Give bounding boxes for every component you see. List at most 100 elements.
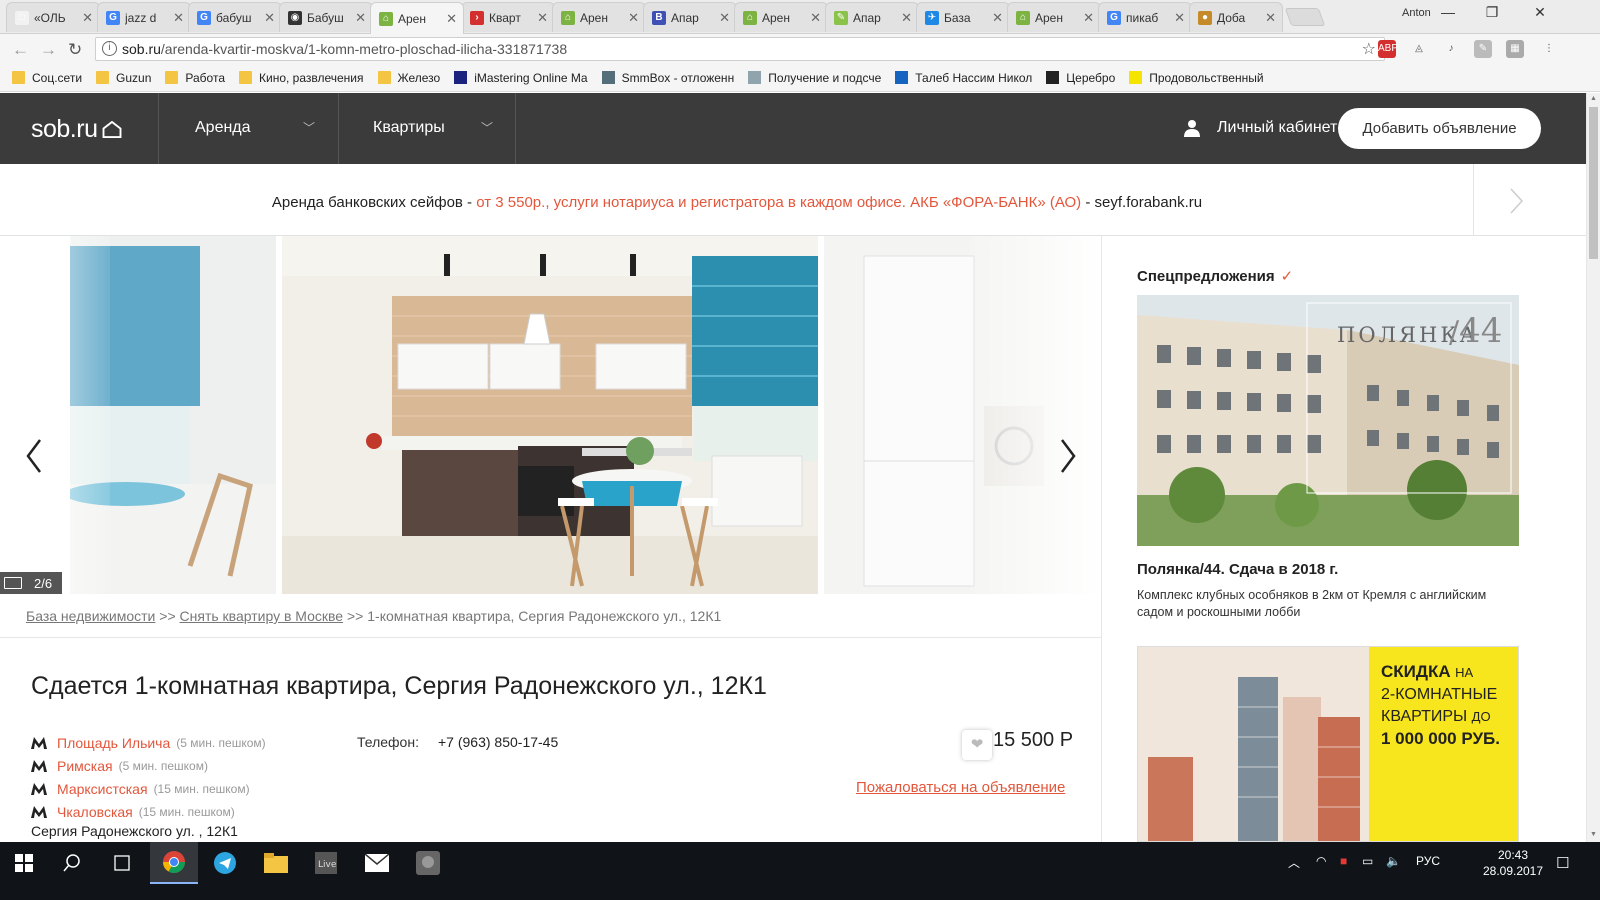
- bookmark-item[interactable]: Продовольственный: [1129, 71, 1264, 85]
- page-scrollbar[interactable]: ▲ ▼: [1586, 93, 1600, 842]
- sidebar-ad-polyanka[interactable]: ПОЛЯНКА /44: [1137, 295, 1519, 546]
- browser-tab[interactable]: □ «ОЛЬ ✕: [6, 2, 100, 32]
- add-listing-button[interactable]: Добавить объявление: [1338, 108, 1541, 149]
- wifi-icon[interactable]: ◠: [1316, 854, 1326, 868]
- reload-icon[interactable]: ↻: [68, 40, 82, 60]
- browser-tab[interactable]: ⌂ Арен ✕: [1007, 2, 1101, 32]
- ad-next-button[interactable]: [1473, 164, 1559, 235]
- music-extension-icon[interactable]: ♪: [1442, 40, 1460, 58]
- new-tab-button[interactable]: [1284, 8, 1326, 26]
- browser-tab[interactable]: B Апар ✕: [643, 2, 737, 32]
- favorite-heart-button[interactable]: ❤: [962, 730, 992, 760]
- close-window-button[interactable]: ✕: [1520, 4, 1560, 21]
- personal-cabinet-link[interactable]: Личный кабинет: [1183, 119, 1337, 137]
- browser-tab[interactable]: ● Доба ✕: [1189, 2, 1283, 32]
- phone-number[interactable]: +7 (963) 850-17-45: [438, 734, 558, 750]
- search-icon[interactable]: [48, 842, 96, 884]
- bookmark-item[interactable]: Талеб Нассим Никол: [895, 71, 1032, 85]
- menu-rent[interactable]: Аренда ﹀: [195, 119, 315, 137]
- battery-icon[interactable]: ▭: [1362, 854, 1373, 868]
- close-tab-icon[interactable]: ✕: [264, 10, 275, 26]
- menu-icon[interactable]: ⋮: [1540, 40, 1558, 58]
- live-taskbar-icon[interactable]: Live: [302, 842, 350, 884]
- chrome-taskbar-icon[interactable]: [150, 842, 198, 884]
- language-indicator[interactable]: РУС: [1416, 854, 1440, 868]
- breadcrumb-link-realty[interactable]: База недвижимости: [26, 608, 155, 624]
- close-tab-icon[interactable]: ✕: [1265, 10, 1276, 26]
- start-button[interactable]: [0, 842, 48, 884]
- scroll-thumb[interactable]: [1589, 107, 1598, 259]
- browser-tab[interactable]: ✎ Апар ✕: [825, 2, 919, 32]
- sidebar-ad-discount[interactable]: СКИДКА НА 2-КОМНАТНЫЕ КВАРТИРЫ ДО 1 000 …: [1137, 646, 1519, 842]
- antivirus-tray-icon[interactable]: ■: [1340, 854, 1347, 868]
- browser-tab[interactable]: ⌂ Арен ✕: [734, 2, 828, 32]
- scroll-up-icon[interactable]: ▲: [1590, 95, 1597, 102]
- close-tab-icon[interactable]: ✕: [719, 10, 730, 26]
- tray-expand-icon[interactable]: ︿: [1288, 854, 1300, 871]
- close-tab-icon[interactable]: ✕: [628, 10, 639, 26]
- metro-name[interactable]: Площадь Ильича: [57, 735, 170, 751]
- close-tab-icon[interactable]: ✕: [173, 10, 184, 26]
- metro-name[interactable]: Чкаловская: [57, 804, 133, 820]
- browser-tab[interactable]: ✈ База ✕: [916, 2, 1010, 32]
- telegram-taskbar-icon[interactable]: [201, 842, 249, 884]
- browser-tab[interactable]: ⌂ Арен ✕: [552, 2, 646, 32]
- volume-icon[interactable]: 🔈: [1386, 854, 1401, 868]
- menu-apartments[interactable]: Квартиры ﹀: [373, 119, 493, 137]
- gallery-photo-main[interactable]: [282, 236, 818, 594]
- kitchen-photo: [282, 236, 818, 594]
- ad1-title[interactable]: Полянка/44. Сдача в 2018 г.: [1137, 561, 1338, 578]
- breadcrumb-link-rent-moscow[interactable]: Снять квартиру в Москве: [180, 608, 344, 624]
- bookmark-item[interactable]: Железо: [377, 71, 440, 85]
- system-clock[interactable]: 20:43 28.09.2017: [1480, 847, 1546, 879]
- close-tab-icon[interactable]: ✕: [810, 10, 821, 26]
- metro-name[interactable]: Марксистская: [57, 781, 148, 797]
- close-tab-icon[interactable]: ✕: [82, 10, 93, 26]
- browser-tab[interactable]: Gпикаб ✕: [1098, 2, 1192, 32]
- extension-icon-2[interactable]: ▦: [1506, 40, 1524, 58]
- scroll-down-icon[interactable]: ▼: [1590, 831, 1597, 838]
- close-tab-icon[interactable]: ✕: [446, 11, 457, 27]
- bookmark-star-icon[interactable]: ☆: [1362, 39, 1376, 59]
- browser-tab[interactable]: Gбабуш ✕: [188, 2, 282, 32]
- browser-tab[interactable]: ◉ Бабуш ✕: [279, 2, 373, 32]
- address-bar[interactable]: i sob.ru/arenda-kvartir-moskva/1-komn-me…: [95, 37, 1385, 61]
- mail-taskbar-icon[interactable]: [353, 842, 401, 884]
- bookmark-item[interactable]: Кино, развлечения: [239, 71, 364, 85]
- notifications-icon[interactable]: ☐: [1556, 854, 1569, 872]
- bookmark-item[interactable]: Получение и подсче: [748, 71, 881, 85]
- browser-tab[interactable]: Gjazz d ✕: [97, 2, 191, 32]
- complain-link[interactable]: Пожаловаться на объявление: [856, 779, 1065, 796]
- browser-tab[interactable]: › Кварт ✕: [461, 2, 555, 32]
- close-tab-icon[interactable]: ✕: [355, 10, 366, 26]
- maximize-button[interactable]: ❐: [1472, 4, 1512, 21]
- app-taskbar-icon[interactable]: [404, 842, 452, 884]
- ad-banner[interactable]: Аренда банковских сейфов - от 3 550р., у…: [0, 164, 1586, 236]
- bookmark-item[interactable]: Guzun: [96, 71, 151, 85]
- close-tab-icon[interactable]: ✕: [901, 10, 912, 26]
- browser-tab[interactable]: ⌂ Арен ✕: [370, 2, 464, 34]
- close-tab-icon[interactable]: ✕: [1174, 10, 1185, 26]
- close-tab-icon[interactable]: ✕: [1083, 10, 1094, 26]
- bookmark-item[interactable]: Соц.сети: [12, 71, 82, 85]
- site-logo[interactable]: sob.ru: [31, 115, 123, 144]
- gallery-prev-arrow[interactable]: [22, 436, 46, 486]
- drive-extension-icon[interactable]: ◬: [1410, 40, 1428, 58]
- back-icon[interactable]: ←: [12, 40, 29, 60]
- bookmark-item[interactable]: Церебро: [1046, 71, 1115, 85]
- explorer-taskbar-icon[interactable]: [252, 842, 300, 884]
- extension-icon[interactable]: ✎: [1474, 40, 1492, 58]
- forward-icon[interactable]: →: [40, 40, 57, 60]
- bookmark-item[interactable]: iMastering Online Ma: [454, 71, 588, 85]
- info-icon[interactable]: i: [102, 41, 117, 56]
- bookmark-item[interactable]: SmmBox - отложенн: [601, 71, 734, 85]
- minimize-button[interactable]: —: [1428, 4, 1468, 20]
- adblock-extension-icon[interactable]: ABP: [1378, 40, 1398, 58]
- task-view-icon[interactable]: [98, 842, 146, 884]
- close-tab-icon[interactable]: ✕: [992, 10, 1003, 26]
- close-tab-icon[interactable]: ✕: [537, 10, 548, 26]
- gallery-next-arrow[interactable]: [1056, 436, 1080, 486]
- bookmark-item[interactable]: Работа: [165, 71, 225, 85]
- metro-name[interactable]: Римская: [57, 758, 113, 774]
- ad-banner-text[interactable]: Аренда банковских сейфов - от 3 550р., у…: [0, 194, 1474, 211]
